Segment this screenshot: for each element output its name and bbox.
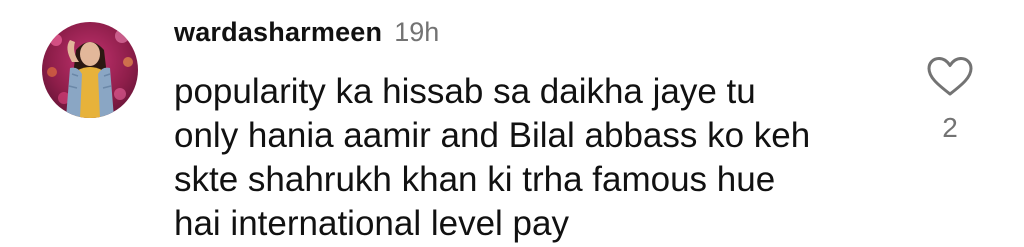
like-button[interactable] [926, 56, 974, 98]
comment-timestamp: 19h [394, 17, 440, 47]
avatar-image [42, 22, 138, 118]
username-link[interactable]: wardasharmeen [174, 17, 382, 48]
avatar[interactable] [42, 22, 138, 118]
like-count: 2 [942, 112, 958, 143]
comment-item: wardasharmeen 19h popularity ka hissab s… [0, 0, 1024, 247]
comment-header: wardasharmeen 19h [174, 17, 439, 57]
heart-outline-icon [927, 57, 973, 96]
comment-text: popularity ka hissab sa daikha jaye tu o… [174, 72, 811, 243]
